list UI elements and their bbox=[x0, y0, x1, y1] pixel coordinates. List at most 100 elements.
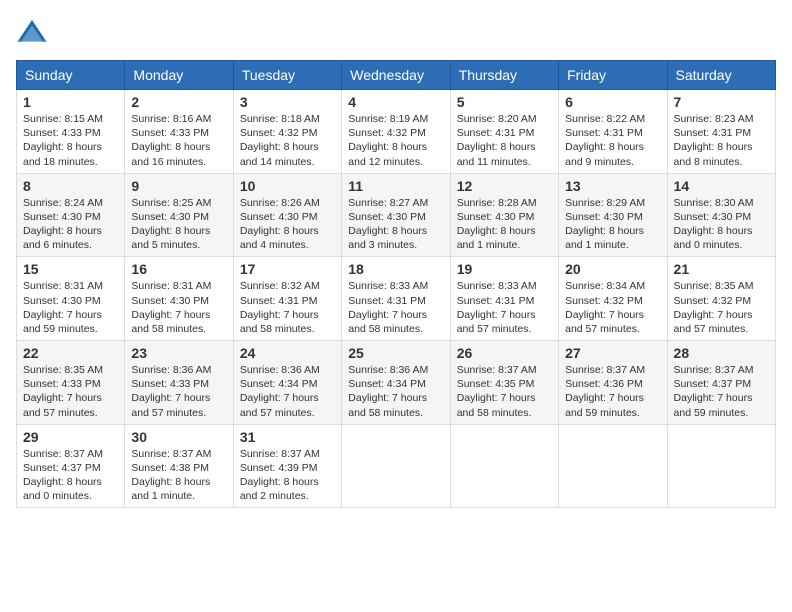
calendar-cell: 15 Sunrise: 8:31 AMSunset: 4:30 PMDaylig… bbox=[17, 257, 125, 341]
day-info: Sunrise: 8:27 AMSunset: 4:30 PMDaylight:… bbox=[348, 196, 443, 253]
day-number: 12 bbox=[457, 178, 552, 194]
header-saturday: Saturday bbox=[667, 61, 775, 90]
day-info: Sunrise: 8:26 AMSunset: 4:30 PMDaylight:… bbox=[240, 196, 335, 253]
day-number: 17 bbox=[240, 261, 335, 277]
day-info: Sunrise: 8:37 AMSunset: 4:37 PMDaylight:… bbox=[23, 447, 118, 504]
day-number: 2 bbox=[131, 94, 226, 110]
day-info: Sunrise: 8:37 AMSunset: 4:36 PMDaylight:… bbox=[565, 363, 660, 420]
header-monday: Monday bbox=[125, 61, 233, 90]
day-number: 11 bbox=[348, 178, 443, 194]
calendar-cell: 2 Sunrise: 8:16 AMSunset: 4:33 PMDayligh… bbox=[125, 90, 233, 174]
header-thursday: Thursday bbox=[450, 61, 558, 90]
day-number: 18 bbox=[348, 261, 443, 277]
day-info: Sunrise: 8:36 AMSunset: 4:34 PMDaylight:… bbox=[240, 363, 335, 420]
day-number: 23 bbox=[131, 345, 226, 361]
day-info: Sunrise: 8:20 AMSunset: 4:31 PMDaylight:… bbox=[457, 112, 552, 169]
day-number: 1 bbox=[23, 94, 118, 110]
calendar-cell bbox=[667, 424, 775, 508]
calendar-cell: 22 Sunrise: 8:35 AMSunset: 4:33 PMDaylig… bbox=[17, 341, 125, 425]
day-number: 6 bbox=[565, 94, 660, 110]
calendar-cell: 20 Sunrise: 8:34 AMSunset: 4:32 PMDaylig… bbox=[559, 257, 667, 341]
calendar-cell bbox=[559, 424, 667, 508]
page-header bbox=[16, 16, 776, 48]
calendar-cell: 13 Sunrise: 8:29 AMSunset: 4:30 PMDaylig… bbox=[559, 173, 667, 257]
calendar-cell: 1 Sunrise: 8:15 AMSunset: 4:33 PMDayligh… bbox=[17, 90, 125, 174]
calendar-cell: 6 Sunrise: 8:22 AMSunset: 4:31 PMDayligh… bbox=[559, 90, 667, 174]
day-info: Sunrise: 8:30 AMSunset: 4:30 PMDaylight:… bbox=[674, 196, 769, 253]
day-number: 8 bbox=[23, 178, 118, 194]
calendar-week-row: 15 Sunrise: 8:31 AMSunset: 4:30 PMDaylig… bbox=[17, 257, 776, 341]
day-info: Sunrise: 8:22 AMSunset: 4:31 PMDaylight:… bbox=[565, 112, 660, 169]
calendar-cell: 30 Sunrise: 8:37 AMSunset: 4:38 PMDaylig… bbox=[125, 424, 233, 508]
day-number: 20 bbox=[565, 261, 660, 277]
day-number: 31 bbox=[240, 429, 335, 445]
day-number: 3 bbox=[240, 94, 335, 110]
day-info: Sunrise: 8:37 AMSunset: 4:35 PMDaylight:… bbox=[457, 363, 552, 420]
day-info: Sunrise: 8:36 AMSunset: 4:34 PMDaylight:… bbox=[348, 363, 443, 420]
day-info: Sunrise: 8:35 AMSunset: 4:33 PMDaylight:… bbox=[23, 363, 118, 420]
day-number: 5 bbox=[457, 94, 552, 110]
day-number: 28 bbox=[674, 345, 769, 361]
header-tuesday: Tuesday bbox=[233, 61, 341, 90]
day-number: 22 bbox=[23, 345, 118, 361]
calendar-header-row: SundayMondayTuesdayWednesdayThursdayFrid… bbox=[17, 61, 776, 90]
day-number: 29 bbox=[23, 429, 118, 445]
day-number: 10 bbox=[240, 178, 335, 194]
day-info: Sunrise: 8:31 AMSunset: 4:30 PMDaylight:… bbox=[131, 279, 226, 336]
day-info: Sunrise: 8:33 AMSunset: 4:31 PMDaylight:… bbox=[348, 279, 443, 336]
day-info: Sunrise: 8:36 AMSunset: 4:33 PMDaylight:… bbox=[131, 363, 226, 420]
day-number: 26 bbox=[457, 345, 552, 361]
day-info: Sunrise: 8:23 AMSunset: 4:31 PMDaylight:… bbox=[674, 112, 769, 169]
calendar-cell: 9 Sunrise: 8:25 AMSunset: 4:30 PMDayligh… bbox=[125, 173, 233, 257]
calendar-table: SundayMondayTuesdayWednesdayThursdayFrid… bbox=[16, 60, 776, 508]
header-friday: Friday bbox=[559, 61, 667, 90]
logo-icon bbox=[16, 16, 48, 48]
day-number: 30 bbox=[131, 429, 226, 445]
calendar-cell bbox=[450, 424, 558, 508]
day-info: Sunrise: 8:32 AMSunset: 4:31 PMDaylight:… bbox=[240, 279, 335, 336]
day-info: Sunrise: 8:25 AMSunset: 4:30 PMDaylight:… bbox=[131, 196, 226, 253]
day-info: Sunrise: 8:16 AMSunset: 4:33 PMDaylight:… bbox=[131, 112, 226, 169]
calendar-cell: 29 Sunrise: 8:37 AMSunset: 4:37 PMDaylig… bbox=[17, 424, 125, 508]
day-number: 14 bbox=[674, 178, 769, 194]
calendar-cell: 24 Sunrise: 8:36 AMSunset: 4:34 PMDaylig… bbox=[233, 341, 341, 425]
day-info: Sunrise: 8:34 AMSunset: 4:32 PMDaylight:… bbox=[565, 279, 660, 336]
calendar-cell: 26 Sunrise: 8:37 AMSunset: 4:35 PMDaylig… bbox=[450, 341, 558, 425]
calendar-cell: 31 Sunrise: 8:37 AMSunset: 4:39 PMDaylig… bbox=[233, 424, 341, 508]
day-number: 15 bbox=[23, 261, 118, 277]
logo bbox=[16, 16, 52, 48]
calendar-cell: 8 Sunrise: 8:24 AMSunset: 4:30 PMDayligh… bbox=[17, 173, 125, 257]
calendar-cell: 14 Sunrise: 8:30 AMSunset: 4:30 PMDaylig… bbox=[667, 173, 775, 257]
calendar-cell: 27 Sunrise: 8:37 AMSunset: 4:36 PMDaylig… bbox=[559, 341, 667, 425]
calendar-cell: 25 Sunrise: 8:36 AMSunset: 4:34 PMDaylig… bbox=[342, 341, 450, 425]
day-info: Sunrise: 8:37 AMSunset: 4:38 PMDaylight:… bbox=[131, 447, 226, 504]
calendar-cell: 19 Sunrise: 8:33 AMSunset: 4:31 PMDaylig… bbox=[450, 257, 558, 341]
day-info: Sunrise: 8:15 AMSunset: 4:33 PMDaylight:… bbox=[23, 112, 118, 169]
calendar-week-row: 29 Sunrise: 8:37 AMSunset: 4:37 PMDaylig… bbox=[17, 424, 776, 508]
day-info: Sunrise: 8:33 AMSunset: 4:31 PMDaylight:… bbox=[457, 279, 552, 336]
calendar-cell: 4 Sunrise: 8:19 AMSunset: 4:32 PMDayligh… bbox=[342, 90, 450, 174]
calendar-cell: 10 Sunrise: 8:26 AMSunset: 4:30 PMDaylig… bbox=[233, 173, 341, 257]
day-info: Sunrise: 8:28 AMSunset: 4:30 PMDaylight:… bbox=[457, 196, 552, 253]
calendar-cell: 17 Sunrise: 8:32 AMSunset: 4:31 PMDaylig… bbox=[233, 257, 341, 341]
calendar-cell: 16 Sunrise: 8:31 AMSunset: 4:30 PMDaylig… bbox=[125, 257, 233, 341]
calendar-cell: 21 Sunrise: 8:35 AMSunset: 4:32 PMDaylig… bbox=[667, 257, 775, 341]
day-number: 27 bbox=[565, 345, 660, 361]
calendar-cell: 5 Sunrise: 8:20 AMSunset: 4:31 PMDayligh… bbox=[450, 90, 558, 174]
day-number: 9 bbox=[131, 178, 226, 194]
day-info: Sunrise: 8:35 AMSunset: 4:32 PMDaylight:… bbox=[674, 279, 769, 336]
day-info: Sunrise: 8:37 AMSunset: 4:37 PMDaylight:… bbox=[674, 363, 769, 420]
day-number: 19 bbox=[457, 261, 552, 277]
day-number: 16 bbox=[131, 261, 226, 277]
day-number: 7 bbox=[674, 94, 769, 110]
calendar-cell: 11 Sunrise: 8:27 AMSunset: 4:30 PMDaylig… bbox=[342, 173, 450, 257]
day-info: Sunrise: 8:18 AMSunset: 4:32 PMDaylight:… bbox=[240, 112, 335, 169]
header-wednesday: Wednesday bbox=[342, 61, 450, 90]
day-number: 13 bbox=[565, 178, 660, 194]
calendar-cell: 3 Sunrise: 8:18 AMSunset: 4:32 PMDayligh… bbox=[233, 90, 341, 174]
day-info: Sunrise: 8:19 AMSunset: 4:32 PMDaylight:… bbox=[348, 112, 443, 169]
day-number: 21 bbox=[674, 261, 769, 277]
day-info: Sunrise: 8:29 AMSunset: 4:30 PMDaylight:… bbox=[565, 196, 660, 253]
calendar-cell: 18 Sunrise: 8:33 AMSunset: 4:31 PMDaylig… bbox=[342, 257, 450, 341]
day-info: Sunrise: 8:37 AMSunset: 4:39 PMDaylight:… bbox=[240, 447, 335, 504]
